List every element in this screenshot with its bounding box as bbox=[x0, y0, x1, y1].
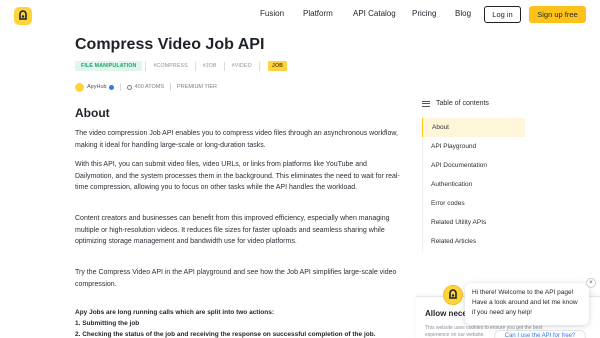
chat-logo-icon bbox=[449, 289, 457, 299]
tag-row: FILE MANIPULATION #COMPRESS #JOB #VIDEO … bbox=[75, 61, 288, 71]
about-heading: About bbox=[75, 106, 110, 120]
about-paragraph-2: With this API, you can submit video file… bbox=[75, 161, 400, 192]
toc-item-about[interactable]: About bbox=[422, 118, 525, 137]
apyhub-logo[interactable] bbox=[14, 7, 32, 25]
list-icon bbox=[422, 100, 430, 107]
atom-icon bbox=[126, 84, 132, 90]
tag-compress[interactable]: #COMPRESS bbox=[149, 61, 191, 71]
page-title: Compress Video Job API bbox=[75, 36, 265, 53]
top-header: Fusion Platform API Catalog Pricing Blog… bbox=[0, 0, 600, 30]
logo-mark-icon bbox=[19, 10, 27, 20]
nav-blog[interactable]: Blog bbox=[455, 9, 471, 18]
toc-item-authentication[interactable]: Authentication bbox=[422, 175, 525, 194]
nav-fusion[interactable]: Fusion bbox=[260, 9, 284, 18]
category-tag[interactable]: FILE MANIPULATION bbox=[75, 61, 143, 71]
toc-item-related-articles[interactable]: Related Articles bbox=[422, 232, 525, 251]
meta-divider bbox=[170, 83, 172, 91]
jobs-step-1: 1. Submitting the job bbox=[75, 320, 140, 327]
tier-label: PREMIUM TIER bbox=[177, 84, 217, 90]
about-paragraph-1: The video compression Job API enables yo… bbox=[75, 130, 398, 149]
chat-message[interactable]: Hi there! Welcome to the API page! Have … bbox=[465, 283, 589, 325]
nav-api-catalog[interactable]: API Catalog bbox=[353, 9, 396, 18]
toc-heading-label: Table of contents bbox=[436, 100, 489, 107]
signup-button[interactable]: Sign up free bbox=[529, 6, 586, 23]
chat-suggestion-button[interactable]: Can I use the API for free? bbox=[494, 330, 586, 338]
about-paragraph-3: Content creators and businesses can bene… bbox=[75, 215, 390, 246]
atoms-label: 400 ATOMS bbox=[134, 84, 165, 90]
api-meta: ApyHub 400 ATOMS PREMIUM TIER bbox=[75, 82, 217, 92]
jobs-intro: Apy Jobs are long running calls which ar… bbox=[75, 309, 274, 316]
toc-item-related-utility-apis[interactable]: Related Utility APIs bbox=[422, 213, 525, 232]
verified-icon bbox=[108, 84, 114, 90]
job-badge: JOB bbox=[267, 61, 288, 71]
publisher-avatar bbox=[75, 82, 84, 92]
jobs-step-2: 2. Checking the status of the job and re… bbox=[75, 331, 376, 338]
tag-divider bbox=[145, 61, 147, 71]
toc-item-api-playground[interactable]: API Playground bbox=[422, 137, 525, 156]
chat-avatar[interactable] bbox=[443, 285, 463, 305]
meta-divider bbox=[119, 83, 121, 91]
publisher-name[interactable]: ApyHub bbox=[87, 84, 107, 90]
tag-video[interactable]: #VIDEO bbox=[228, 61, 256, 71]
toc-item-api-documentation[interactable]: API Documentation bbox=[422, 156, 525, 175]
about-paragraph-4: Try the Compress Video API in the API pl… bbox=[75, 269, 397, 288]
atoms-count: 400 ATOMS bbox=[126, 84, 165, 90]
login-button[interactable]: Log in bbox=[484, 6, 521, 23]
tag-divider bbox=[223, 61, 225, 71]
tag-job[interactable]: #JOB bbox=[199, 61, 221, 71]
toc-heading: Table of contents bbox=[422, 100, 489, 107]
nav-pricing[interactable]: Pricing bbox=[412, 9, 436, 18]
chat-close-icon[interactable]: × bbox=[586, 278, 596, 288]
toc-item-error-codes[interactable]: Error codes bbox=[422, 194, 525, 213]
tag-divider bbox=[258, 61, 260, 71]
tag-divider bbox=[194, 61, 196, 71]
nav-platform[interactable]: Platform bbox=[303, 9, 333, 18]
